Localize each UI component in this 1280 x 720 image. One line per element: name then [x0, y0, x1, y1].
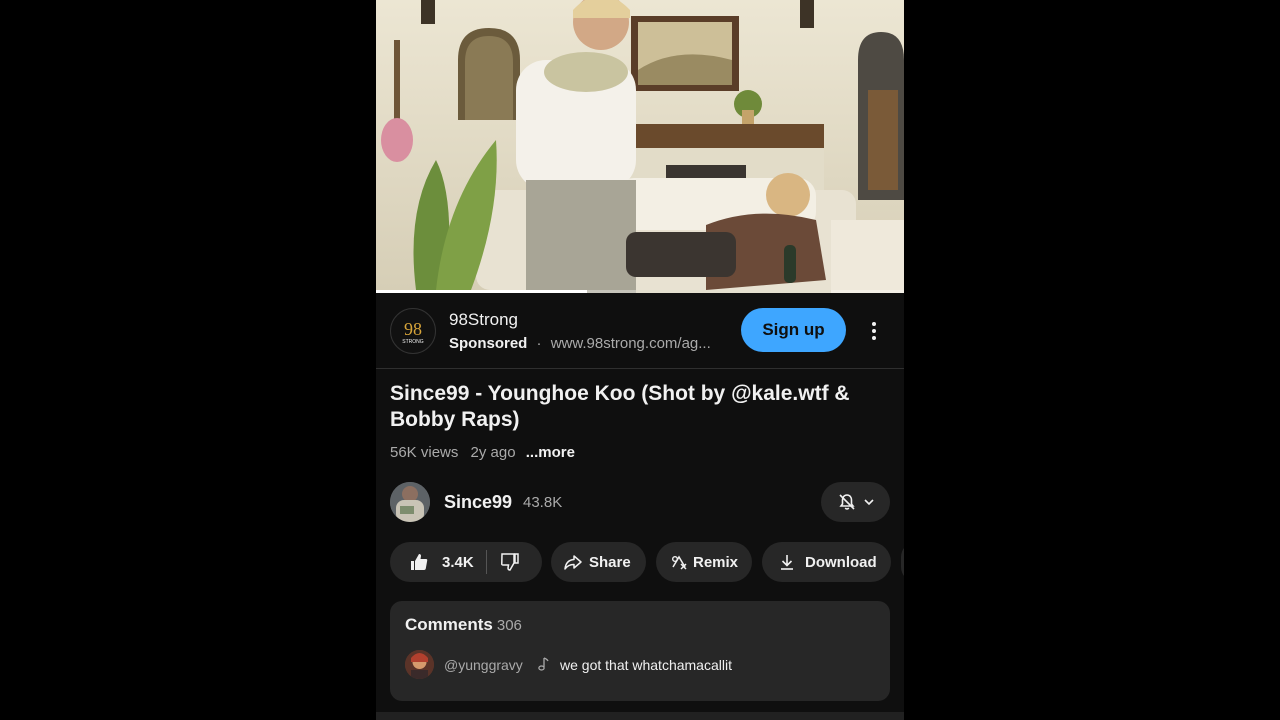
commenter-username[interactable]: @yunggravy: [444, 657, 523, 673]
music-note-icon: [536, 656, 550, 677]
share-button[interactable]: Share: [551, 542, 646, 582]
svg-text:98: 98: [404, 319, 422, 339]
advertiser-logo-mark: 98 STRONG: [402, 319, 424, 345]
video-player[interactable]: [376, 0, 904, 293]
ad-url[interactable]: www.98strong.com/ag...: [551, 335, 711, 352]
chevron-down-icon: [863, 499, 874, 506]
subscriber-count: 43.8K: [523, 494, 563, 511]
share-label: Share: [589, 553, 631, 571]
phone-screen: 98 STRONG 98Strong Sponsored · www.98str…: [376, 0, 904, 720]
more-actions-pill[interactable]: [901, 542, 904, 582]
upload-age: 2y ago: [470, 444, 516, 461]
share-icon: [564, 555, 582, 570]
channel-name[interactable]: Since99: [444, 492, 512, 513]
remix-button[interactable]: Remix: [656, 542, 752, 582]
commenter-avatar[interactable]: [405, 650, 434, 679]
download-button[interactable]: Download: [762, 542, 891, 582]
download-label: Download: [805, 553, 877, 571]
commenter-avatar-image: [405, 650, 434, 679]
video-frame: [376, 0, 904, 293]
comments-title: Comments: [405, 615, 493, 634]
remix-icon: [672, 555, 687, 570]
advertiser-logo[interactable]: 98 STRONG: [390, 308, 436, 354]
subscribed-bell-button[interactable]: [821, 482, 890, 522]
more-link[interactable]: ...more: [526, 444, 575, 461]
view-count: 56K views: [390, 444, 459, 461]
comments-panel[interactable]: Comments 306 @yunggravy we got that whatc…: [390, 601, 890, 701]
like-dislike-group: 3.4K: [390, 542, 542, 582]
comments-count: 306: [496, 617, 522, 634]
advertiser-name[interactable]: 98Strong: [449, 310, 518, 330]
comment-text: we got that whatchamacallit: [560, 657, 732, 673]
video-meta[interactable]: 56K views 2y ago ...more: [390, 444, 575, 461]
download-icon: [781, 555, 793, 570]
sponsored-label: Sponsored: [449, 335, 528, 352]
channel-avatar-image: [390, 482, 430, 522]
video-title[interactable]: Since99 - Younghoe Koo (Shot by @kale.wt…: [390, 381, 890, 433]
ad-meta: Sponsored · www.98strong.com/ag...: [449, 335, 711, 352]
channel-avatar[interactable]: [390, 482, 430, 522]
like-divider: [485, 550, 487, 574]
dislike-icon[interactable]: [499, 551, 521, 573]
bell-off-icon: [838, 494, 855, 510]
sign-up-button[interactable]: Sign up: [741, 308, 846, 352]
like-icon[interactable]: [408, 551, 430, 573]
like-count[interactable]: 3.4K: [442, 554, 474, 571]
action-bar: 3.4K Share Remix Download: [390, 542, 904, 582]
sponsored-ad-banner[interactable]: 98 STRONG 98Strong Sponsored · www.98str…: [376, 293, 904, 369]
comments-header: Comments 306: [405, 615, 522, 635]
next-section-edge: [376, 712, 904, 720]
more-options-icon[interactable]: [864, 317, 884, 345]
svg-text:STRONG: STRONG: [402, 339, 424, 345]
channel-row: Since99 43.8K: [390, 482, 890, 522]
meta-separator: ·: [536, 335, 542, 352]
remix-label: Remix: [693, 553, 739, 571]
